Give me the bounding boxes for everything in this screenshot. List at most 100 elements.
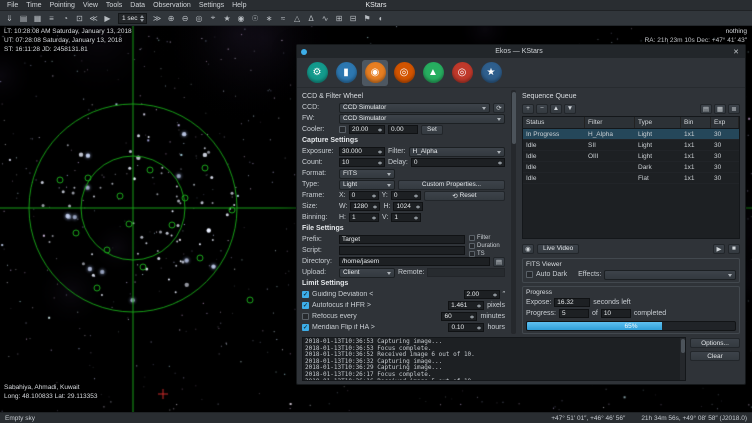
focus-infobox[interactable]: nothing RA: 21h 23m 10s Dec: +47° 41′ 43… — [645, 28, 747, 46]
capture-panel-scrollbar[interactable] — [511, 90, 516, 334]
prefix-option-checkbox[interactable] — [469, 251, 475, 257]
cooler-checkbox[interactable] — [339, 126, 346, 133]
sequence-row[interactable]: In Progress H_Alpha Light 1x1 30 — [523, 129, 739, 140]
queue-file-button-save-sequence-as[interactable]: ≣ — [728, 104, 740, 114]
frame-y-field[interactable]: 0 — [391, 191, 421, 200]
menu-item[interactable]: Tools — [102, 2, 126, 9]
size-h-field[interactable]: 1024 — [393, 202, 423, 211]
toolbar-icon-save-sky-image[interactable]: ▦ — [31, 12, 44, 24]
bin-v-field[interactable]: 1 — [391, 213, 421, 222]
prefix-option-checkbox[interactable] — [469, 243, 475, 249]
clear-log-button[interactable]: Clear — [690, 351, 740, 361]
toolbar-icon-goto-pointer[interactable]: ⌖ — [207, 12, 220, 24]
menu-item[interactable]: Observation — [149, 2, 195, 9]
browse-folder-icon[interactable]: ▤ — [493, 257, 505, 267]
prefix-field[interactable]: Target — [339, 235, 465, 244]
queue-file-button-load-sequence[interactable]: ▤ — [700, 104, 712, 114]
toolbar-icon-time-to-now[interactable]: ◔ — [59, 12, 72, 24]
log-output[interactable]: 2018-01-13T10:36:53 Capturing image...20… — [302, 337, 686, 381]
ekos-tab-guide[interactable]: ★ — [478, 60, 504, 86]
time-step-spinbox[interactable]: 1 sec — [118, 13, 147, 24]
delay-field[interactable]: 0 — [411, 158, 505, 167]
bin-h-field[interactable]: 1 — [349, 213, 379, 222]
toolbar-icon-print[interactable]: ≡ — [45, 12, 58, 24]
toolbar-icon-stars-toggle[interactable]: ★ — [221, 12, 234, 24]
script-field[interactable] — [339, 246, 465, 255]
column-header[interactable]: Type — [635, 117, 681, 128]
toolbar-icon-open-file[interactable]: ▤ — [17, 12, 30, 24]
menu-item[interactable]: Pointing — [46, 2, 79, 9]
toolbar-icon-zoom-in[interactable]: ⊕ — [165, 12, 178, 24]
toolbar-icon-step-forward[interactable]: ≫ — [151, 12, 164, 24]
toolbar-icon-deep-sky-toggle[interactable]: ◉ — [235, 12, 248, 24]
ekos-tab-indi[interactable]: ▮ — [333, 60, 359, 86]
toolbar-icon-step-backward[interactable]: ≪ — [87, 12, 100, 24]
log-scrollbar-thumb[interactable] — [681, 339, 685, 353]
count-field[interactable]: 10 — [339, 158, 385, 167]
ekos-tab-setup[interactable]: ⚙ — [304, 60, 330, 86]
effects-select[interactable] — [604, 270, 736, 280]
prefix-option[interactable]: TS — [469, 250, 505, 258]
limit-checkbox[interactable] — [302, 291, 309, 298]
remote-field[interactable] — [427, 268, 505, 277]
toolbar-icon-zoom-out[interactable]: ⊖ — [179, 12, 192, 24]
ekos-tab-align[interactable]: ◎ — [449, 60, 475, 86]
toolbar-icon-equatorial-grid-toggle[interactable]: ⊞ — [333, 12, 346, 24]
custom-properties-button[interactable]: Custom Properties... — [398, 180, 505, 190]
toolbar-icon-solar-system-toggle[interactable]: ☉ — [249, 12, 262, 24]
toolbar-icon-set-time[interactable]: ⊡ — [73, 12, 86, 24]
queue-button-add-job[interactable]: + — [522, 104, 534, 114]
ekos-tab-capture[interactable]: ◉ — [362, 60, 388, 86]
toolbar-icon-milky-way-toggle[interactable]: ∿ — [319, 12, 332, 24]
limit-checkbox[interactable] — [302, 313, 309, 320]
sequence-row[interactable]: Idle SII Light 1x1 30 — [523, 140, 739, 151]
column-header[interactable]: Status — [523, 117, 585, 128]
toolbar-icon-download-new-data[interactable]: ⇓ — [3, 12, 16, 24]
exposure-field[interactable]: 30.000 — [339, 147, 385, 156]
limit-value-field[interactable]: 60 — [441, 312, 477, 321]
format-select[interactable]: FITS — [339, 169, 395, 179]
toolbar-icon-play-pause[interactable]: ▶ — [101, 12, 114, 24]
live-video-button[interactable]: Live Video — [537, 244, 579, 254]
set-temperature-button[interactable]: Set — [421, 125, 443, 135]
menu-item[interactable]: File — [3, 2, 22, 9]
toolbar-icon-horizon-toggle[interactable]: ⊟ — [347, 12, 360, 24]
sequence-row[interactable]: Idle Dark 1x1 30 — [523, 162, 739, 173]
menu-item[interactable]: View — [79, 2, 102, 9]
limit-value-field[interactable]: 1.461 — [448, 301, 484, 310]
toolbar-icon-constellation-lines-toggle[interactable]: △ — [291, 12, 304, 24]
time-step-arrows[interactable] — [140, 15, 144, 22]
size-w-field[interactable]: 1280 — [350, 202, 380, 211]
ekos-tab-focus[interactable]: ◎ — [391, 60, 417, 86]
toolbar-icon-flags-toggle[interactable]: ⚑ — [361, 12, 374, 24]
time-infobox[interactable]: LT: 10:28:08 AM Saturday, January 13, 20… — [4, 28, 132, 54]
cooler-temp-field[interactable]: 20.00 — [349, 125, 385, 134]
ekos-tab-mount[interactable]: ▲ — [420, 60, 446, 86]
location-infobox[interactable]: Sabahiya, Ahmadi, Kuwait Long: 48.100833… — [4, 384, 98, 402]
refresh-devices-icon[interactable]: ⟳ — [493, 103, 505, 113]
column-header[interactable]: Exp — [711, 117, 739, 128]
toolbar-icon-satellites-toggle[interactable]: ≈ — [277, 12, 290, 24]
queue-button-remove-job[interactable]: − — [536, 104, 548, 114]
limit-value-field[interactable]: 2.00 — [464, 290, 500, 299]
toolbar-icon-supernovae-toggle[interactable]: ∗ — [263, 12, 276, 24]
preview-icon[interactable]: ◉ — [522, 244, 534, 254]
prefix-option[interactable]: Duration — [469, 242, 505, 250]
prefix-option[interactable]: Filter — [469, 234, 505, 242]
queue-button-move-job-down[interactable]: ▼ — [564, 104, 576, 114]
options-button[interactable]: Options... — [690, 338, 740, 348]
auto-dark-checkbox[interactable] — [526, 271, 533, 278]
menu-item[interactable]: Data — [126, 2, 149, 9]
limit-checkbox[interactable] — [302, 324, 309, 331]
sequence-row[interactable]: Idle Flat 1x1 30 — [523, 173, 739, 184]
menu-item[interactable]: Time — [22, 2, 45, 9]
ccd-select[interactable]: CCD Simulator — [339, 103, 490, 113]
reset-frame-button[interactable]: ⟲ Reset — [424, 191, 505, 201]
upload-mode-select[interactable]: Client — [339, 268, 395, 278]
column-header[interactable]: Filter — [585, 117, 635, 128]
frame-type-select[interactable]: Light — [339, 180, 395, 190]
stop-sequence-icon[interactable]: ■ — [728, 244, 740, 254]
menu-item[interactable]: Help — [228, 2, 250, 9]
close-icon[interactable]: ✕ — [731, 48, 741, 56]
column-header[interactable]: Bin — [681, 117, 711, 128]
